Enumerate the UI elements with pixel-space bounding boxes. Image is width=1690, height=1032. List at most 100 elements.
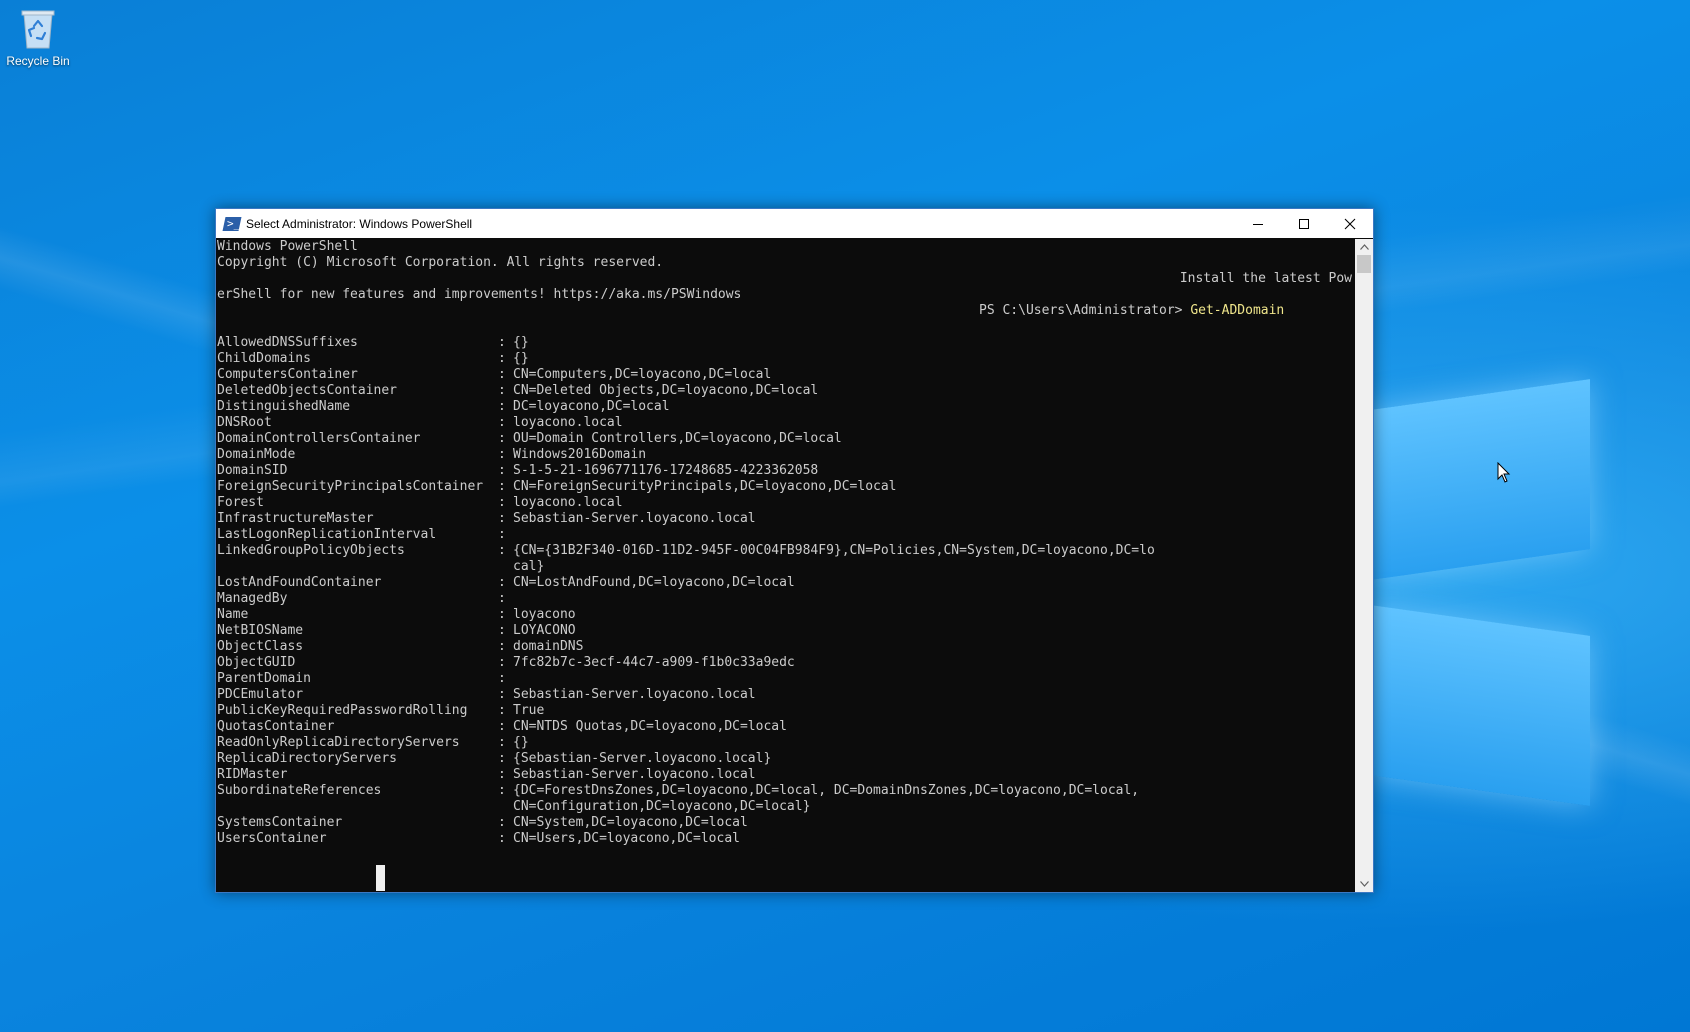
property-row: NetBIOSName: LOYACONO	[216, 623, 1354, 639]
property-separator: :	[498, 479, 514, 494]
maximize-button[interactable]	[1281, 209, 1327, 238]
property-list: AllowedDNSSuffixes: {} ChildDomains: {} Co…	[216, 335, 1354, 847]
title-bar[interactable]: >_ Select Administrator: Windows PowerSh…	[216, 209, 1373, 238]
close-button[interactable]	[1327, 209, 1373, 238]
property-value: CN=LostAndFound,DC=loyacono,DC=local	[513, 575, 795, 590]
property-value: CN=Users,DC=loyacono,DC=local	[513, 831, 740, 846]
property-name: DomainControllersContainer	[217, 431, 421, 446]
property-separator: :	[498, 335, 514, 350]
property-value: Sebastian-Server.loyacono.local	[513, 687, 756, 702]
vertical-scrollbar[interactable]	[1355, 239, 1373, 892]
property-name: UsersContainer	[217, 831, 327, 846]
property-value	[513, 591, 1213, 607]
command-text: Get-ADDomain	[1190, 303, 1285, 318]
property-value: Sebastian-Server.loyacono.local	[513, 767, 756, 782]
property-separator: :	[498, 447, 514, 462]
property-value: CN=Computers,DC=loyacono,DC=local	[513, 367, 772, 382]
property-row: SubordinateReferences: {DC=ForestDnsZone…	[216, 783, 1354, 799]
property-value: DC=loyacono,DC=local	[513, 399, 670, 414]
chevron-up-icon	[1359, 244, 1369, 250]
property-name: DomainMode	[217, 447, 296, 462]
window-title: Select Administrator: Windows PowerShell	[246, 216, 473, 231]
property-row: SystemsContainer: CN=System,DC=loyacono,…	[216, 815, 1354, 831]
property-name: ForeignSecurityPrincipalsContainer	[217, 479, 484, 494]
property-row: ParentDomain:	[216, 671, 1354, 687]
property-value: 7fc82b7c-3ecf-44c7-a909-f1b0c33a9edc	[513, 655, 795, 670]
property-separator: :	[498, 431, 514, 446]
property-separator: :	[498, 655, 514, 670]
property-separator: :	[498, 783, 514, 798]
powershell-window[interactable]: >_ Select Administrator: Windows PowerSh…	[215, 208, 1374, 893]
property-name: DistinguishedName	[217, 399, 351, 414]
property-row: ChildDomains: {}	[216, 351, 1354, 367]
property-separator: :	[498, 671, 514, 686]
property-row: Name: loyacono	[216, 607, 1354, 623]
property-name: ParentDomain	[217, 671, 311, 686]
property-name: ObjectGUID	[217, 655, 296, 670]
property-name: ReplicaDirectoryServers	[217, 751, 398, 766]
property-name: LinkedGroupPolicyObjects	[217, 543, 405, 558]
property-row: cal}	[216, 559, 1354, 575]
property-name: QuotasContainer	[217, 719, 335, 734]
recycle-bin-label: Recycle Bin	[6, 54, 70, 68]
console-header-line: Windows PowerShell	[217, 239, 358, 254]
property-value: Sebastian-Server.loyacono.local	[513, 511, 756, 526]
property-separator: :	[498, 383, 514, 398]
property-separator: :	[498, 623, 514, 638]
property-value: OU=Domain Controllers,DC=loyacono,DC=loc…	[513, 431, 842, 446]
property-separator: :	[498, 511, 514, 526]
property-value: CN=ForeignSecurityPrincipals,DC=loyacono…	[513, 479, 897, 494]
property-separator: :	[498, 639, 514, 654]
property-value: {DC=ForestDnsZones,DC=loyacono,DC=local,…	[513, 783, 1140, 798]
property-name: LastLogonReplicationInterval	[217, 527, 437, 542]
property-row: DeletedObjectsContainer: CN=Deleted Obje…	[216, 383, 1354, 399]
property-separator: :	[498, 687, 514, 702]
console-prompt-line: PS C:\Users\Administrator> Get-ADDomain	[216, 303, 1354, 319]
minimize-button[interactable]	[1235, 209, 1281, 238]
property-value: loyacono	[513, 607, 576, 622]
property-separator: :	[498, 367, 514, 382]
prompt-text: PS C:\Users\Administrator>	[979, 303, 1191, 318]
scroll-down-button[interactable]	[1355, 876, 1373, 892]
property-row: AllowedDNSSuffixes: {}	[216, 335, 1354, 351]
recycle-bin-shortcut[interactable]: Recycle Bin	[4, 6, 72, 68]
property-separator: :	[498, 415, 514, 430]
property-separator: :	[498, 815, 514, 830]
property-separator: :	[498, 719, 514, 734]
property-value: {Sebastian-Server.loyacono.local}	[513, 751, 772, 766]
property-row: DomainSID: S-1-5-21-1696771176-17248685-…	[216, 463, 1354, 479]
property-name: ManagedBy	[217, 591, 288, 606]
property-value: S-1-5-21-1696771176-17248685-4223362058	[513, 463, 819, 478]
powershell-icon: >_	[222, 216, 242, 231]
maximize-icon	[1299, 218, 1309, 229]
property-separator	[498, 799, 513, 815]
property-separator: :	[498, 591, 514, 606]
console-output[interactable]: Windows PowerShell Copyright (C) Microso…	[216, 239, 1354, 892]
property-separator: :	[498, 607, 514, 622]
property-name: ChildDomains	[217, 351, 311, 366]
property-value: loyacono.local	[513, 415, 623, 430]
property-row: CN=Configuration,DC=loyacono,DC=local}	[216, 799, 1354, 815]
property-row: RIDMaster: Sebastian-Server.loyacono.loc…	[216, 767, 1354, 783]
recycle-bin-icon	[18, 6, 58, 50]
property-row: ReadOnlyReplicaDirectoryServers: {}	[216, 735, 1354, 751]
property-separator: :	[498, 767, 514, 782]
scroll-thumb[interactable]	[1357, 255, 1371, 273]
property-row: DomainControllersContainer: OU=Domain Co…	[216, 431, 1354, 447]
scroll-up-button[interactable]	[1355, 239, 1373, 255]
property-separator: :	[498, 351, 514, 366]
property-value: {}	[513, 735, 529, 750]
property-row: LinkedGroupPolicyObjects: {CN={31B2F340-…	[216, 543, 1354, 559]
property-name: SystemsContainer	[217, 815, 343, 830]
property-name: DeletedObjectsContainer	[217, 383, 398, 398]
property-value: CN=Deleted Objects,DC=loyacono,DC=local	[513, 383, 819, 398]
property-separator: :	[498, 575, 514, 590]
property-row: ObjectClass: domainDNS	[216, 639, 1354, 655]
property-row: ComputersContainer: CN=Computers,DC=loya…	[216, 367, 1354, 383]
property-name: DNSRoot	[217, 415, 272, 430]
minimize-icon	[1253, 223, 1263, 225]
property-row: LostAndFoundContainer: CN=LostAndFound,D…	[216, 575, 1354, 591]
console-copyright-line: Copyright (C) Microsoft Corporation. All…	[217, 255, 664, 270]
text-cursor	[376, 865, 385, 891]
property-row: LastLogonReplicationInterval:	[216, 527, 1354, 543]
